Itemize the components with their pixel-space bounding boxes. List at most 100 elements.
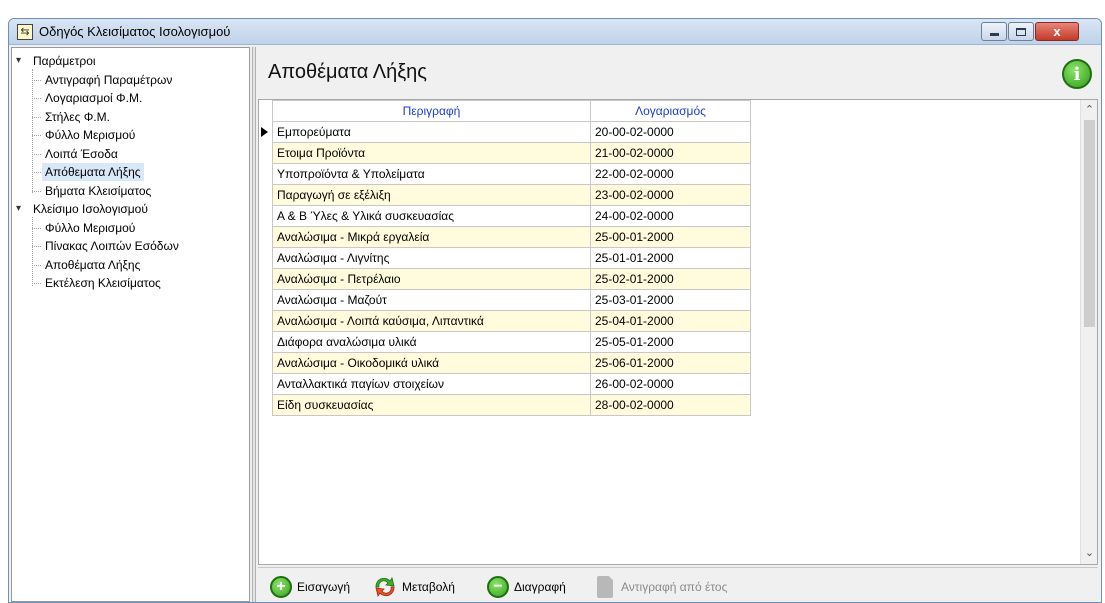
- tree-item[interactable]: Φύλλο Μερισμού: [42, 126, 138, 144]
- account-cell[interactable]: 21-00-02-0000: [590, 142, 751, 164]
- title-bar[interactable]: ⇆ Οδηγός Κλεισίματος Ισολογισμού x: [9, 19, 1101, 45]
- table-row[interactable]: Αναλώσιμα - Οικοδομικά υλικά 25-06-01-200…: [272, 352, 751, 374]
- account-cell[interactable]: 22-00-02-0000: [590, 163, 751, 185]
- main-panel: Αποθέματα Λήξης i Περιγραφή Λογαριασμός …: [258, 47, 1098, 602]
- delete-button[interactable]: − Διαγραφή: [487, 575, 566, 599]
- close-button[interactable]: x: [1035, 22, 1079, 41]
- tree-connector: [32, 190, 41, 192]
- table-row[interactable]: Παραγωγή σε εξέλιξη 23-00-02-0000: [272, 184, 751, 206]
- add-icon: +: [270, 576, 292, 598]
- description-cell[interactable]: Παραγωγή σε εξέλιξη: [272, 184, 591, 206]
- account-cell[interactable]: 25-04-01-2000: [590, 310, 751, 332]
- tree-item[interactable]: Στήλες Φ.Μ.: [42, 108, 113, 126]
- description-cell[interactable]: Ανταλλακτικά παγίων στοιχείων: [272, 373, 591, 395]
- table-row[interactable]: Ανταλλακτικά παγίων στοιχείων 26-00-02-00…: [272, 373, 751, 395]
- tree-connector: [32, 135, 41, 136]
- data-grid[interactable]: Περιγραφή Λογαριασμός Εμπορεύματα 20-00-0…: [258, 99, 1098, 565]
- tree-item[interactable]: Αποθέματα Λήξης: [42, 256, 143, 274]
- account-cell[interactable]: 25-06-01-2000: [590, 352, 751, 374]
- table-row[interactable]: Αναλώσιμα - Μαζούτ 25-03-01-2000: [272, 289, 751, 311]
- description-cell[interactable]: Αναλώσιμα - Λοιπά καύσιμα, Λιπαντικά: [272, 310, 591, 332]
- description-cell[interactable]: Εμπορεύματα: [272, 121, 591, 143]
- table-row[interactable]: Εμπορεύματα 20-00-02-0000: [272, 121, 751, 143]
- description-cell[interactable]: Είδη συσκευασίας: [272, 394, 591, 416]
- copy-from-year-label: Αντιγραφή από έτος: [621, 580, 728, 594]
- info-button[interactable]: i: [1062, 59, 1092, 89]
- tree-group-label: Κλείσιμο Ισολογισμού: [33, 202, 148, 216]
- description-cell[interactable]: Αναλώσιμα - Πετρέλαιο: [272, 268, 591, 290]
- delete-label: Διαγραφή: [514, 580, 566, 594]
- table-row[interactable]: Αναλώσιμα - Λιγνίτης 25-01-01-2000: [272, 247, 751, 269]
- table-row[interactable]: Διάφορα αναλώσιμα υλικά 25-05-01-2000: [272, 331, 751, 353]
- edit-button[interactable]: Μεταβολή: [372, 575, 455, 599]
- tree-item[interactable]: Αντιγραφή Παραμέτρων: [42, 71, 175, 89]
- table-row[interactable]: Αναλώσιμα - Πετρέλαιο 25-02-01-2000: [272, 268, 751, 290]
- tree-item[interactable]: Βήματα Κλεισίματος: [42, 182, 154, 200]
- table-row[interactable]: Αναλώσιμα - Μικρά εργαλεία 25-00-01-2000: [272, 226, 751, 248]
- accounts-table: Περιγραφή Λογαριασμός Εμπορεύματα 20-00-0…: [272, 100, 751, 416]
- column-header-description[interactable]: Περιγραφή: [272, 100, 591, 122]
- account-cell[interactable]: 25-00-01-2000: [590, 226, 751, 248]
- tree-group[interactable]: ▾ Κλείσιμο Ισολογισμού: [16, 200, 151, 218]
- tree-item-label: Πίνακας Λοιπών Εσόδων: [45, 239, 179, 253]
- tree-connector: [32, 264, 41, 266]
- account-cell[interactable]: 24-00-02-0000: [590, 205, 751, 227]
- tree-item-label: Εκτέλεση Κλεισίματος: [45, 276, 161, 290]
- tree-item-label: Λογαριασμοί Φ.Μ.: [45, 91, 143, 105]
- expand-chevron-icon[interactable]: ▾: [16, 200, 26, 218]
- description-cell[interactable]: Α & Β Ύλες & Υλικά συσκευασίας: [272, 205, 591, 227]
- tree-item[interactable]: Λοιπά Έσοδα: [42, 145, 121, 163]
- edit-label: Μεταβολή: [402, 580, 455, 594]
- account-cell[interactable]: 25-01-01-2000: [590, 247, 751, 269]
- vertical-scrollbar[interactable]: ⌃ ⌄: [1080, 100, 1097, 564]
- page-title: Αποθέματα Λήξης: [268, 61, 427, 83]
- description-cell[interactable]: Αναλώσιμα - Μικρά εργαλεία: [272, 226, 591, 248]
- tree-item[interactable]: Εκτέλεση Κλεισίματος: [42, 274, 164, 292]
- minimize-button[interactable]: [981, 22, 1007, 41]
- tree-item[interactable]: Πίνακας Λοιπών Εσόδων: [42, 237, 182, 255]
- expand-chevron-icon[interactable]: ▾: [16, 52, 26, 70]
- description-cell[interactable]: Αναλώσιμα - Λιγνίτης: [272, 247, 591, 269]
- table-row[interactable]: Ετοιμα Προϊόντα 21-00-02-0000: [272, 142, 751, 164]
- tree-connector: [32, 98, 41, 99]
- remove-icon: −: [487, 576, 509, 598]
- account-cell[interactable]: 25-02-01-2000: [590, 268, 751, 290]
- scroll-up-icon[interactable]: ⌃: [1081, 102, 1098, 119]
- description-cell[interactable]: Ετοιμα Προϊόντα: [272, 142, 591, 164]
- navigation-tree[interactable]: ▾ Παράμετροι Αντιγραφή Παραμέτρων Λογαριασμ…: [11, 47, 250, 602]
- account-cell[interactable]: 28-00-02-0000: [590, 394, 751, 416]
- description-cell[interactable]: Αναλώσιμα - Οικοδομικά υλικά: [272, 352, 591, 374]
- tree-item[interactable]: Απόθεματα Λήξης: [42, 163, 144, 181]
- table-row[interactable]: Αναλώσιμα - Λοιπά καύσιμα, Λιπαντικά 25-0…: [272, 310, 751, 332]
- info-icon: i: [1073, 63, 1081, 85]
- tree-connector: [32, 216, 33, 286]
- account-cell[interactable]: 23-00-02-0000: [590, 184, 751, 206]
- account-cell[interactable]: 26-00-02-0000: [590, 373, 751, 395]
- scroll-down-icon[interactable]: ⌄: [1081, 545, 1098, 562]
- current-row-indicator-icon: [261, 127, 268, 137]
- tree-item-label: Στήλες Φ.Μ.: [45, 109, 110, 124]
- table-row[interactable]: Είδη συσκευασίας 28-00-02-0000: [272, 394, 751, 416]
- tree-connector: [32, 172, 41, 173]
- maximize-button[interactable]: [1008, 22, 1034, 41]
- tree-item[interactable]: Λογαριασμοί Φ.Μ.: [42, 89, 145, 107]
- description-cell[interactable]: Υποπροϊόντα & Υπολείματα: [272, 163, 591, 185]
- insert-button[interactable]: + Εισαγωγή: [270, 575, 350, 599]
- description-cell[interactable]: Διάφορα αναλώσιμα υλικά: [272, 331, 591, 353]
- table-row[interactable]: Υποπροϊόντα & Υπολείματα 22-00-02-0000: [272, 163, 751, 185]
- tree-item[interactable]: Φύλλο Μερισμού: [42, 219, 138, 237]
- description-cell[interactable]: Αναλώσιμα - Μαζούτ: [272, 289, 591, 311]
- panel-splitter[interactable]: [252, 47, 256, 602]
- maximize-icon: [1016, 27, 1026, 36]
- account-cell[interactable]: 25-05-01-2000: [590, 331, 751, 353]
- column-header-account[interactable]: Λογαριασμός: [590, 100, 751, 122]
- copy-from-year-button[interactable]: Αντιγραφή από έτος: [597, 575, 727, 599]
- tree-connector: [32, 153, 41, 155]
- account-cell[interactable]: 25-03-01-2000: [590, 289, 751, 311]
- table-row[interactable]: Α & Β Ύλες & Υλικά συσκευασίας 24-00-02-0…: [272, 205, 751, 227]
- tree-item-label: Αποθέματα Λήξης: [45, 257, 141, 272]
- scrollbar-thumb[interactable]: [1084, 120, 1095, 327]
- account-cell[interactable]: 20-00-02-0000: [590, 121, 751, 143]
- action-toolbar: + Εισαγωγή Μεταβολή − Διαγραφή Αντιγραφή…: [258, 567, 1098, 602]
- tree-group[interactable]: ▾ Παράμετροι: [16, 52, 99, 70]
